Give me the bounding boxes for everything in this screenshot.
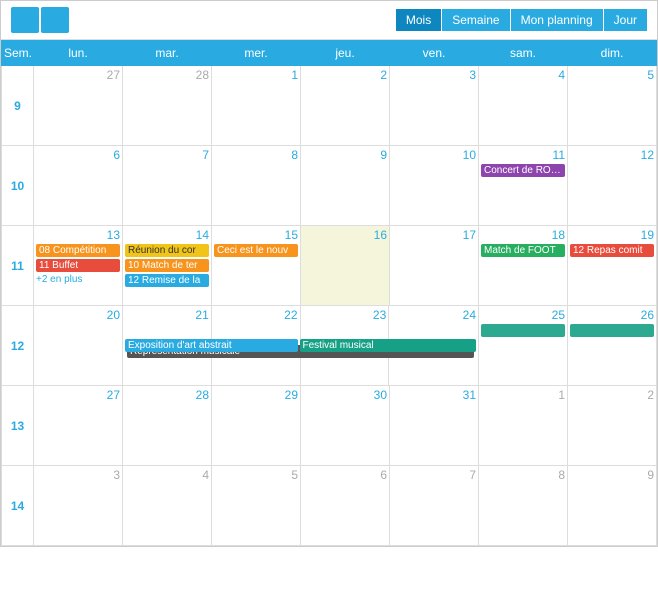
week-row-11: 11 13 08 Compétition 11 Buffet +2 en plu… [2, 226, 657, 306]
day-cell[interactable]: 1 [479, 386, 568, 466]
view-buttons: Mois Semaine Mon planning Jour [396, 9, 647, 31]
event-repas-comit[interactable]: 12 Repas comit [570, 244, 654, 257]
week-row-12: 12 20 21 22 23 [2, 306, 657, 386]
event-match-ter[interactable]: 10 Match de ter [125, 259, 209, 272]
calendar-grid: Sem. lun. mar. mer. jeu. ven. sam. dim. … [1, 40, 657, 546]
day-cell-25[interactable]: 25 [479, 306, 568, 386]
day-cell-18[interactable]: 18 Match de FOOT [479, 226, 568, 306]
day-cell[interactable]: 12 [568, 146, 657, 226]
col-header-sem: Sem. [2, 41, 34, 66]
next-button[interactable] [41, 7, 69, 33]
view-mois-button[interactable]: Mois [396, 9, 442, 31]
more-link[interactable]: +2 en plus [36, 274, 120, 285]
event-reunion[interactable]: Réunion du cor [125, 244, 209, 257]
day-cell[interactable]: 5 [212, 466, 301, 546]
day-cell[interactable]: 8 [212, 146, 301, 226]
col-header-mar: mar. [123, 41, 212, 66]
col-header-sam: sam. [479, 41, 568, 66]
col-header-jeu: jeu. [301, 41, 390, 66]
day-cell-14[interactable]: 14 Réunion du cor 10 Match de ter 12 Rem… [123, 226, 212, 306]
sem-12: 12 [2, 306, 34, 386]
day-cell-20[interactable]: 20 [34, 306, 123, 386]
day-cell-23[interactable]: 23 [301, 306, 390, 386]
event-competition[interactable]: 08 Compétition [36, 244, 120, 257]
day-cell[interactable]: 27 [34, 66, 123, 146]
col-header-mer: mer. [212, 41, 301, 66]
col-header-lun: lun. [34, 41, 123, 66]
calendar-container: Mois Semaine Mon planning Jour Sem. lun.… [0, 0, 658, 547]
day-cell[interactable]: 30 [301, 386, 390, 466]
nav-buttons [11, 7, 69, 33]
day-cell-16[interactable]: 16 [301, 226, 390, 306]
view-semaine-button[interactable]: Semaine [442, 9, 510, 31]
day-cell[interactable]: 4 [123, 466, 212, 546]
day-cell[interactable]: 4 [479, 66, 568, 146]
sem-13: 13 [2, 386, 34, 466]
header-row: Sem. lun. mar. mer. jeu. ven. sam. dim. [2, 41, 657, 66]
day-cell[interactable]: 2 [301, 66, 390, 146]
day-cell[interactable]: 28 [123, 386, 212, 466]
day-cell[interactable]: 9 [568, 466, 657, 546]
sem-9: 9 [2, 66, 34, 146]
sem-11: 11 [2, 226, 34, 306]
day-cell-26[interactable]: 26 [568, 306, 657, 386]
day-cell-17[interactable]: 17 [390, 226, 479, 306]
prev-button[interactable] [11, 7, 39, 33]
calendar-header: Mois Semaine Mon planning Jour [1, 1, 657, 40]
event-ceci[interactable]: Ceci est le nouv [214, 244, 298, 257]
day-cell[interactable]: 9 [301, 146, 390, 226]
day-cell-21[interactable]: 21 [123, 306, 212, 386]
event-buffet[interactable]: 11 Buffet [36, 259, 120, 272]
day-cell[interactable]: 6 [301, 466, 390, 546]
day-span-21-24: 21 22 23 24 [123, 306, 479, 386]
col-header-ven: ven. [390, 41, 479, 66]
day-cell[interactable]: 3 [390, 66, 479, 146]
sem-10: 10 [2, 146, 34, 226]
week-row-13: 13 27 28 29 30 31 1 2 [2, 386, 657, 466]
day-cell[interactable]: 11 Concert de ROCK [479, 146, 568, 226]
day-cell[interactable]: 28 [123, 66, 212, 146]
view-jour-button[interactable]: Jour [604, 9, 647, 31]
event-concert-rock[interactable]: Concert de ROCK [481, 164, 565, 177]
day-cell-22[interactable]: 22 [212, 306, 301, 386]
event-match-foot[interactable]: Match de FOOT [481, 244, 565, 257]
day-cell[interactable]: 7 [123, 146, 212, 226]
week-row-14: 14 3 4 5 6 7 8 9 [2, 466, 657, 546]
day-cell[interactable]: 5 [568, 66, 657, 146]
week-row-9: 9 27 28 1 2 3 4 5 [2, 66, 657, 146]
event-festival-cont2 [570, 324, 654, 337]
day-cell[interactable]: 7 [390, 466, 479, 546]
day-cell-24[interactable]: 24 [389, 306, 478, 386]
day-cell-19[interactable]: 19 12 Repas comit [568, 226, 657, 306]
day-cell[interactable]: 8 [479, 466, 568, 546]
day-cell[interactable]: 3 [34, 466, 123, 546]
sem-14: 14 [2, 466, 34, 546]
day-cell[interactable]: 2 [568, 386, 657, 466]
day-cell[interactable]: 31 [390, 386, 479, 466]
day-cell[interactable]: 1 [212, 66, 301, 146]
col-header-dim: dim. [568, 41, 657, 66]
day-cell-13[interactable]: 13 08 Compétition 11 Buffet +2 en plus [34, 226, 123, 306]
event-remise[interactable]: 12 Remise de la [125, 274, 209, 287]
week-row-10: 10 6 7 8 9 10 11 Concert de ROCK 12 [2, 146, 657, 226]
day-cell[interactable]: 29 [212, 386, 301, 466]
event-festival-cont1 [481, 324, 565, 337]
day-cell[interactable]: 27 [34, 386, 123, 466]
view-planning-button[interactable]: Mon planning [511, 9, 604, 31]
day-cell[interactable]: 6 [34, 146, 123, 226]
day-cell[interactable]: 10 [390, 146, 479, 226]
day-cell-15[interactable]: 15 Ceci est le nouv [212, 226, 301, 306]
